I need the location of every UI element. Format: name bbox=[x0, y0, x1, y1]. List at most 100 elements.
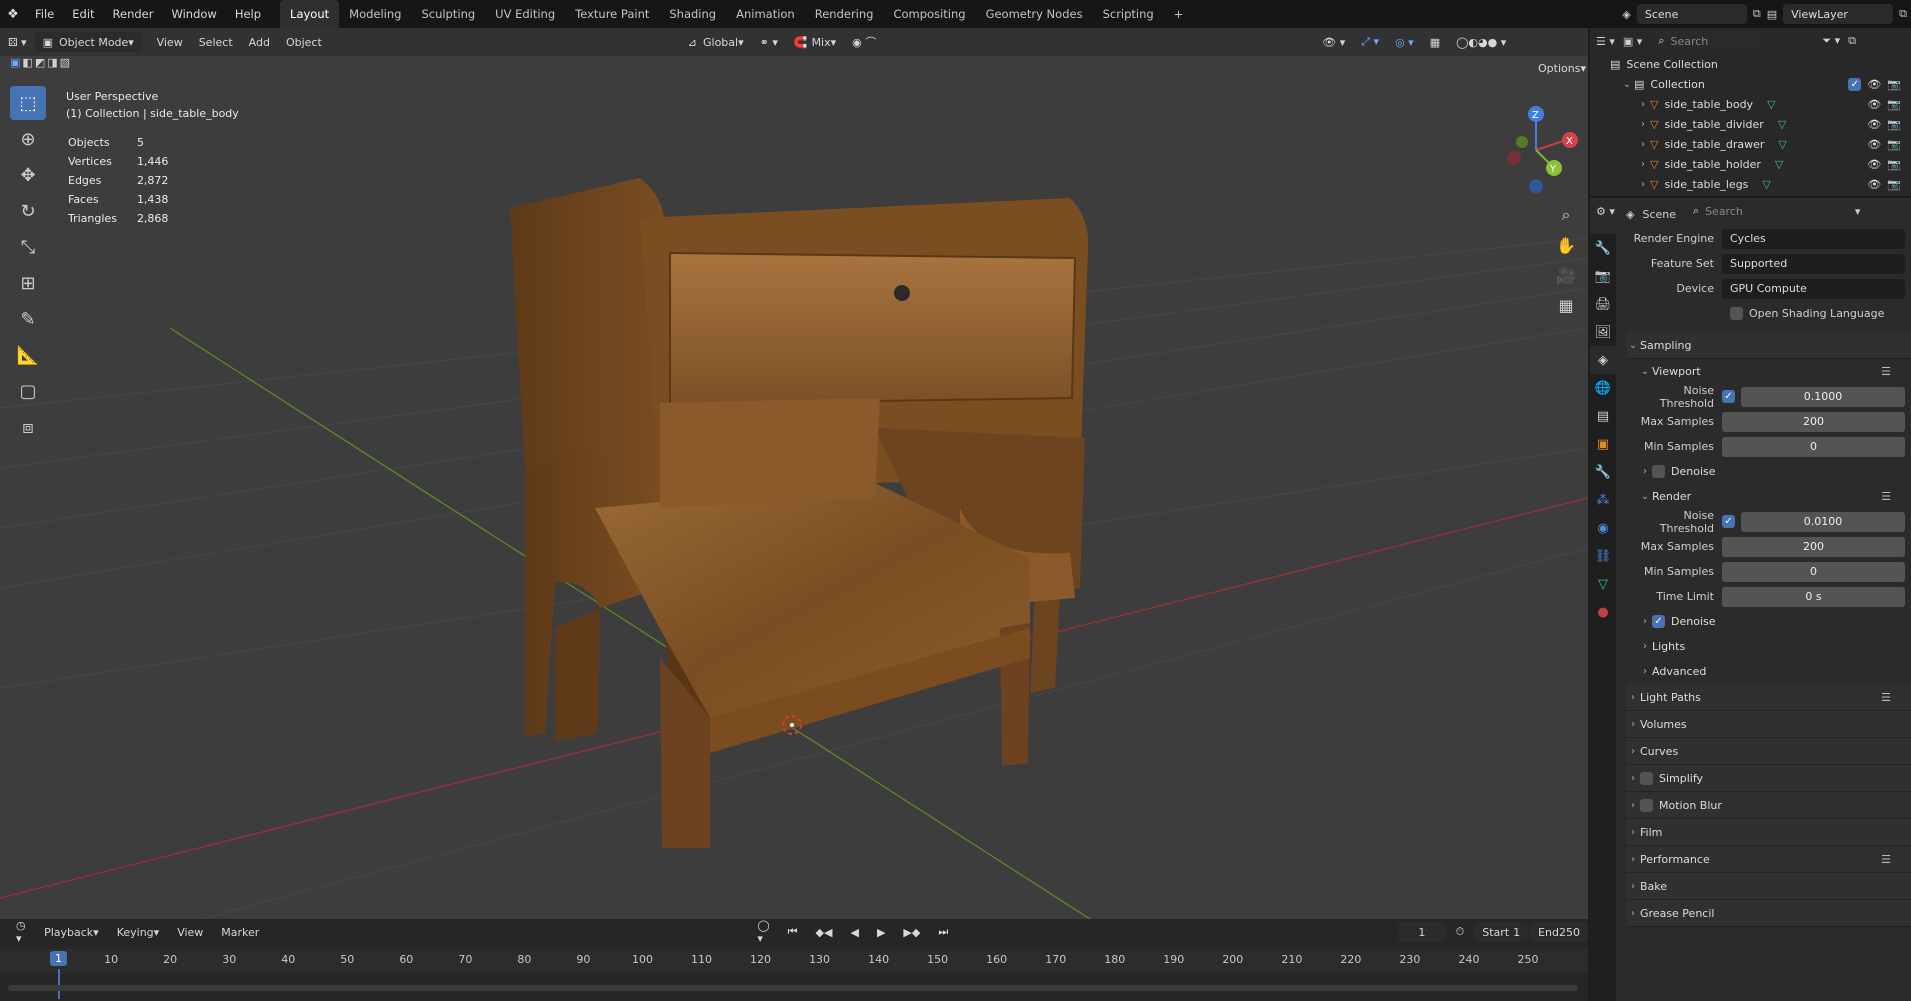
simplify-checkbox[interactable] bbox=[1640, 771, 1653, 785]
material-tab-icon[interactable]: ● bbox=[1590, 598, 1616, 626]
jump-end-icon[interactable]: ⏭ bbox=[930, 922, 956, 942]
collection-tab-icon[interactable]: ▤ bbox=[1590, 402, 1616, 430]
editor-type-icon[interactable]: ⚄ ▾ bbox=[0, 32, 35, 52]
tab-scripting[interactable]: Scripting bbox=[1093, 0, 1164, 28]
snap-dropdown[interactable]: 🧲 Mix ▾ bbox=[786, 32, 844, 52]
play-icon[interactable]: ▶ bbox=[869, 922, 893, 942]
camera-icon[interactable]: 📷 bbox=[1887, 98, 1901, 111]
camera-icon[interactable]: 📷 bbox=[1887, 118, 1901, 131]
start-frame-field[interactable]: Start 1 bbox=[1474, 922, 1529, 942]
collection-checkbox[interactable]: ✓ bbox=[1848, 77, 1862, 91]
view-menu[interactable]: View bbox=[149, 32, 191, 52]
new-viewlayer-icon[interactable]: ⧉ bbox=[1899, 7, 1911, 21]
tab-rendering[interactable]: Rendering bbox=[805, 0, 884, 28]
camera-icon[interactable]: 📷 bbox=[1887, 138, 1901, 151]
feature-set-dropdown[interactable]: Supported bbox=[1722, 253, 1905, 274]
particles-tab-icon[interactable]: ⁂ bbox=[1590, 486, 1616, 514]
selection-mode-icons[interactable]: ▣ ◧ ◩ ◨ ▨ bbox=[10, 56, 70, 69]
play-reverse-icon[interactable]: ◀ bbox=[842, 922, 866, 942]
motion-blur-checkbox[interactable] bbox=[1640, 798, 1653, 812]
tool-tab-icon[interactable]: 🔧 bbox=[1590, 234, 1616, 262]
outliner-object-row[interactable]: › ▽ side_table_holder ▽ 👁 📷 bbox=[1590, 154, 1911, 174]
object-mode-dropdown[interactable]: ▣ Object Mode ▾ bbox=[34, 32, 143, 52]
vp-noise-checkbox[interactable]: ✓ bbox=[1722, 390, 1735, 403]
vp-max-samples-field[interactable]: 200 bbox=[1722, 411, 1905, 432]
vp-denoise-subpanel[interactable]: › Denoise bbox=[1626, 459, 1911, 484]
auto-keying-icon[interactable]: ◯ ▾ bbox=[749, 919, 777, 945]
proportional-editing-icon[interactable]: ◉ ⌒ bbox=[844, 32, 884, 52]
view-layer-tab-icon[interactable]: 🖼 bbox=[1590, 318, 1616, 346]
tab-uv-editing[interactable]: UV Editing bbox=[485, 0, 565, 28]
navigation-gizmo[interactable]: Z X Y bbox=[1500, 88, 1580, 198]
r-min-samples-field[interactable]: 0 bbox=[1722, 561, 1905, 582]
tab-layout[interactable]: Layout bbox=[280, 0, 340, 28]
rotate-icon[interactable]: ↻ bbox=[10, 194, 46, 228]
cursor-icon[interactable]: ⊕ bbox=[10, 122, 46, 156]
scene-selector[interactable]: Scene bbox=[1636, 4, 1747, 24]
viewlayer-selector[interactable]: ViewLayer bbox=[1783, 4, 1894, 24]
playback-menu[interactable]: Playback ▾ bbox=[36, 922, 107, 942]
ortho-grid-icon[interactable]: ▦ bbox=[1548, 290, 1584, 320]
performance-panel[interactable]: › Performance ☰ bbox=[1626, 846, 1911, 873]
tab-geometry-nodes[interactable]: Geometry Nodes bbox=[976, 0, 1093, 28]
physics-tab-icon[interactable]: ◉ bbox=[1590, 514, 1616, 542]
world-tab-icon[interactable]: 🌐 bbox=[1590, 374, 1616, 402]
scene-collection-row[interactable]: ▤ Scene Collection bbox=[1590, 54, 1911, 74]
outliner-object-row[interactable]: › ▽ side_table_body ▽ 👁 📷 bbox=[1590, 94, 1911, 114]
filter-icon[interactable]: ⏷ ▾ bbox=[1822, 34, 1840, 48]
viewport-subpanel[interactable]: ⌄ Viewport ☰ bbox=[1626, 359, 1911, 384]
display-mode-icon[interactable]: ▣ ▾ bbox=[1623, 35, 1642, 48]
bake-panel[interactable]: › Bake bbox=[1626, 873, 1911, 900]
constraints-tab-icon[interactable]: ⛓ bbox=[1590, 542, 1616, 570]
advanced-subpanel[interactable]: › Advanced bbox=[1626, 659, 1911, 684]
marker-menu[interactable]: Marker bbox=[213, 922, 267, 942]
scene-icon[interactable]: ◈ bbox=[1622, 8, 1630, 21]
pivot-point-icon[interactable]: ⚭ ▾ bbox=[752, 32, 786, 52]
options-dropdown[interactable]: Options ▾ bbox=[1530, 58, 1588, 78]
tab-modeling[interactable]: Modeling bbox=[339, 0, 411, 28]
add-primitive-icon[interactable]: ⧈ bbox=[10, 410, 46, 444]
add-cube-icon[interactable]: ▢ bbox=[10, 374, 46, 408]
prev-keyframe-icon[interactable]: ◆◀ bbox=[808, 922, 841, 942]
select-box-icon[interactable]: ⬚ bbox=[10, 86, 46, 120]
motion-blur-panel[interactable]: › Motion Blur bbox=[1626, 792, 1911, 819]
overlay-toggle-icon[interactable]: ◎ ▾ bbox=[1387, 32, 1422, 52]
new-collection-icon[interactable]: ⧉ bbox=[1848, 34, 1856, 48]
timeline-editor-type-icon[interactable]: ◷ ▾ bbox=[8, 919, 34, 945]
r-denoise-subpanel[interactable]: › ✓ Denoise bbox=[1626, 609, 1911, 634]
shading-modes-icon[interactable]: ◯◐◕● ▾ bbox=[1448, 32, 1514, 52]
output-tab-icon[interactable]: 🖨 bbox=[1590, 290, 1616, 318]
timeline-scrollbar[interactable] bbox=[8, 985, 1578, 991]
time-limit-field[interactable]: 0 s bbox=[1722, 586, 1905, 607]
object-tab-icon[interactable]: ▣ bbox=[1590, 430, 1616, 458]
outliner-object-row[interactable]: › ▽ side_table_drawer ▽ 👁 📷 bbox=[1590, 134, 1911, 154]
grease-pencil-panel[interactable]: › Grease Pencil bbox=[1626, 900, 1911, 927]
3d-viewport[interactable]: ⚄ ▾ ▣ Object Mode ▾ View Select Add Obje… bbox=[0, 28, 1588, 919]
menu-help[interactable]: Help bbox=[226, 0, 270, 28]
eye-icon[interactable]: 👁 bbox=[1867, 178, 1881, 191]
end-frame-field[interactable]: End 250 bbox=[1530, 922, 1588, 942]
outliner-object-row[interactable]: › ▽ side_table_divider ▽ 👁 📷 bbox=[1590, 114, 1911, 134]
volumes-panel[interactable]: › Volumes bbox=[1626, 711, 1911, 738]
current-frame-field[interactable]: 1 bbox=[1398, 922, 1446, 942]
r-noise-field[interactable]: 0.0100 bbox=[1741, 511, 1905, 532]
stopwatch-icon[interactable]: ⏱ bbox=[1448, 922, 1473, 942]
vp-noise-field[interactable]: 0.1000 bbox=[1741, 386, 1905, 407]
scene-tab-icon[interactable]: ◈ bbox=[1590, 346, 1616, 374]
outliner-search[interactable]: ⌕ Search bbox=[1650, 31, 1761, 51]
vp-min-samples-field[interactable]: 0 bbox=[1722, 436, 1905, 457]
measure-icon[interactable]: 📐 bbox=[10, 338, 46, 372]
film-panel[interactable]: › Film bbox=[1626, 819, 1911, 846]
camera-icon[interactable]: 📷 bbox=[1887, 78, 1901, 91]
device-dropdown[interactable]: GPU Compute bbox=[1722, 278, 1905, 299]
tab-compositing[interactable]: Compositing bbox=[883, 0, 975, 28]
select-menu[interactable]: Select bbox=[191, 32, 241, 52]
sampling-panel[interactable]: ⌄ Sampling bbox=[1626, 332, 1911, 359]
simplify-panel[interactable]: › Simplify bbox=[1626, 765, 1911, 792]
tab-texture-paint[interactable]: Texture Paint bbox=[565, 0, 659, 28]
tab-sculpting[interactable]: Sculpting bbox=[411, 0, 485, 28]
next-keyframe-icon[interactable]: ▶◆ bbox=[895, 922, 928, 942]
presets-icon[interactable]: ☰ bbox=[1881, 365, 1891, 378]
curves-panel[interactable]: › Curves bbox=[1626, 738, 1911, 765]
add-menu[interactable]: Add bbox=[241, 32, 278, 52]
